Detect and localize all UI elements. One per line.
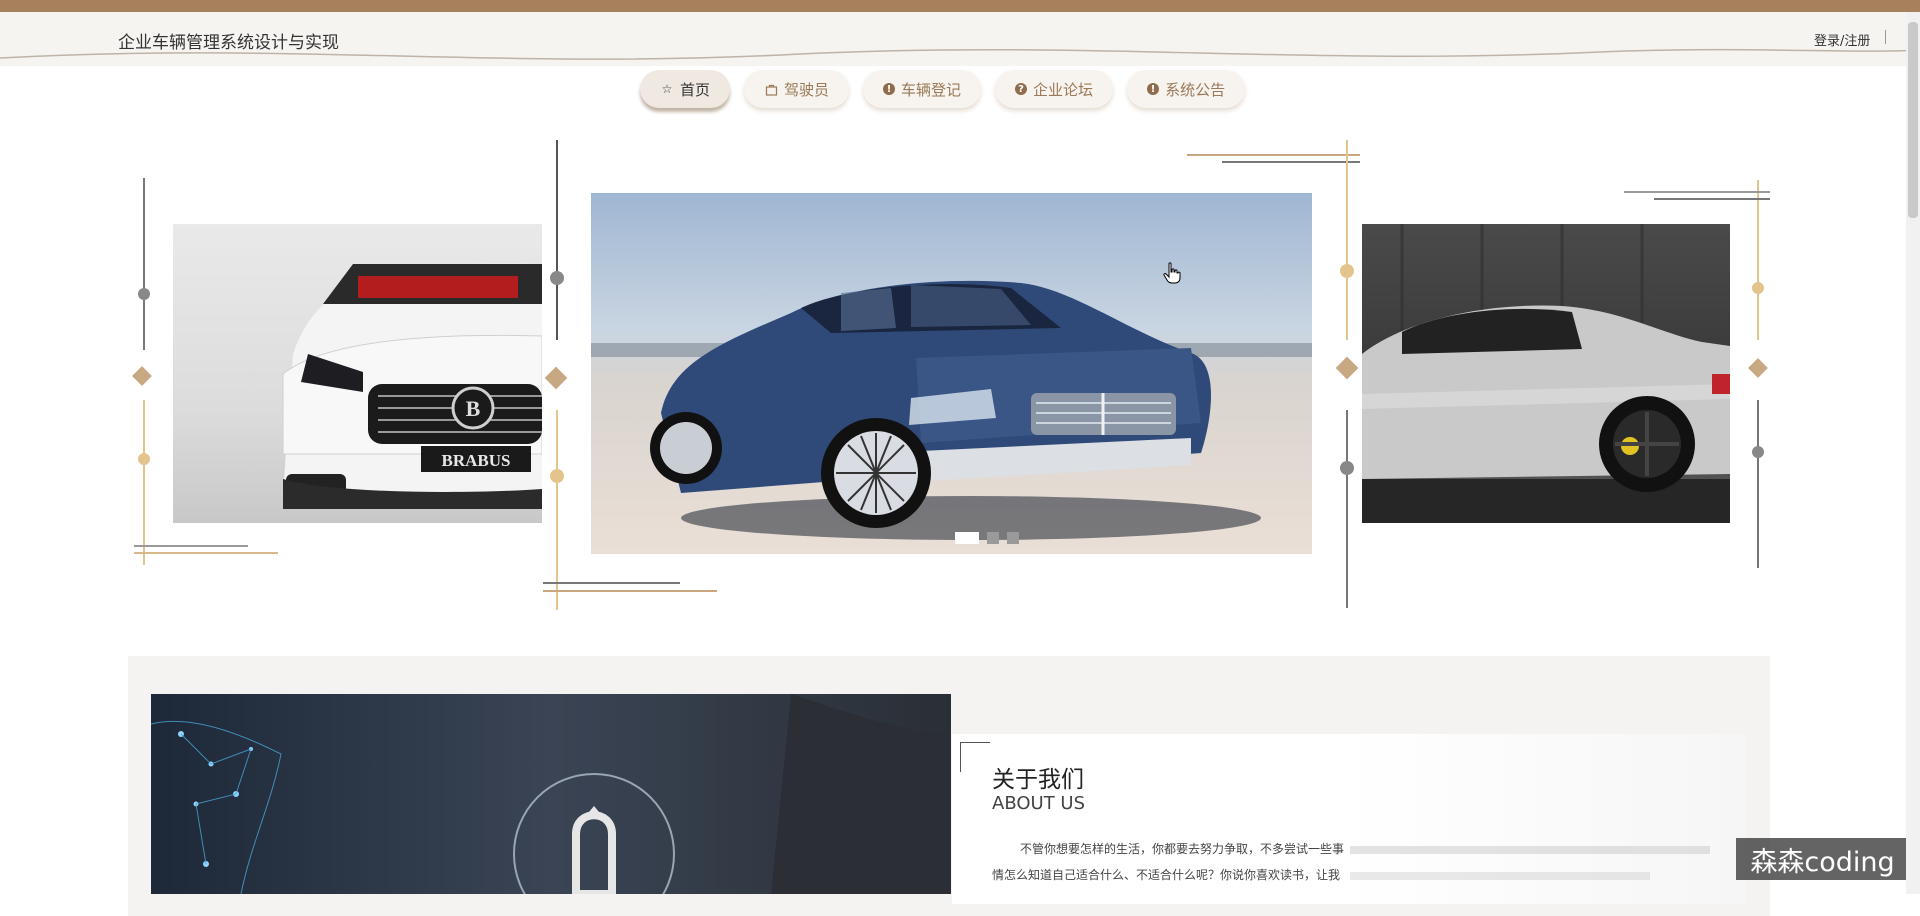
carousel-dot-1[interactable] xyxy=(955,532,979,544)
carousel-dot-2[interactable] xyxy=(987,532,999,544)
carousel-slide-left[interactable]: B BRABUS xyxy=(173,224,542,523)
white-convertible-car-image: B BRABUS xyxy=(282,263,542,509)
svg-text:B: B xyxy=(466,396,481,421)
silver-coupe-car-image xyxy=(1362,224,1730,523)
carousel-dots xyxy=(955,532,1019,544)
about-subtitle: ABOUT US xyxy=(992,793,1086,814)
about-text: 不管你想要怎样的生活，你都要去努力争取，不多尝试一些事情怎么知道自己适合什么、不… xyxy=(992,842,1344,882)
brabus-badge-text: BRABUS xyxy=(442,451,511,470)
carousel-slide-center[interactable] xyxy=(591,193,1312,554)
page-scrollbar-thumb[interactable] xyxy=(1908,22,1918,218)
about-title: 关于我们 xyxy=(992,767,1084,793)
carousel-dot-3[interactable] xyxy=(1007,532,1019,544)
blue-sedan-car-image xyxy=(591,280,1312,540)
carousel-slide-right[interactable] xyxy=(1362,224,1730,523)
about-text-blurred xyxy=(1350,846,1710,880)
watermark: 森森coding xyxy=(1736,838,1909,880)
tech-lock-illustration xyxy=(151,694,951,894)
hand-cursor-icon xyxy=(1163,262,1181,284)
about-image xyxy=(151,694,951,894)
about-corner-decoration xyxy=(960,742,990,772)
